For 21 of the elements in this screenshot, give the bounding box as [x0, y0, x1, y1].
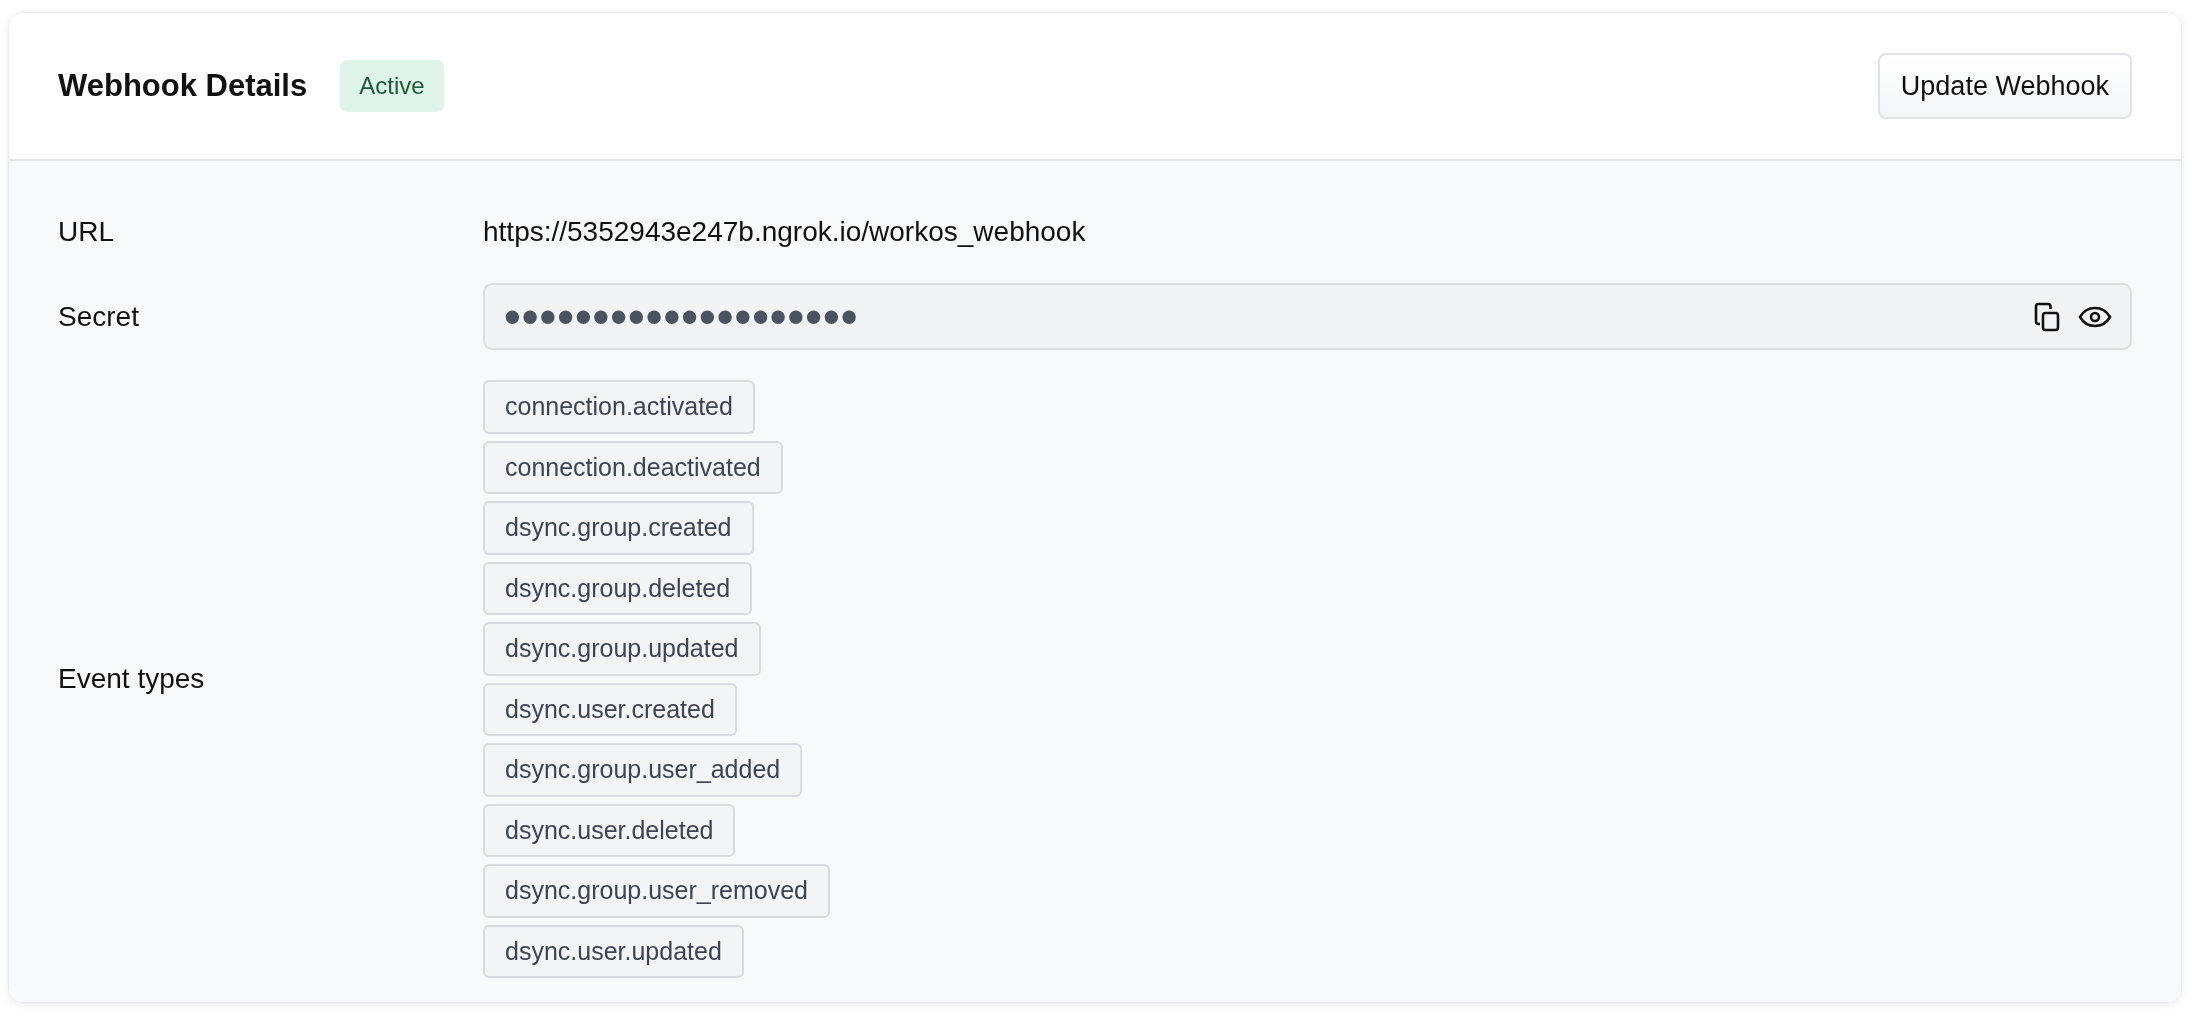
card-title: Webhook Details — [58, 67, 308, 105]
eye-icon[interactable] — [2078, 305, 2112, 328]
field-label: Secret — [58, 299, 140, 334]
copy-icon[interactable] — [2034, 301, 2060, 332]
event-type-tag: dsync.group.user_removed — [483, 864, 830, 918]
field-label: URL — [58, 215, 115, 249]
event-type-tag: dsync.group.updated — [483, 622, 761, 676]
field-label: Event types — [58, 662, 206, 696]
event-type-tag: dsync.user.updated — [483, 924, 744, 978]
url-text: https://5352943e247b.ngrok.io/workos_webhook — [483, 215, 1086, 249]
event-type-tag: dsync.group.created — [483, 501, 754, 555]
secret-field[interactable]: ●●●●●●●●●●●●●●●●●●●● — [483, 283, 2132, 350]
status-badge: Active — [340, 60, 444, 112]
event-type-tag: connection.deactivated — [483, 440, 783, 494]
update-webhook-button[interactable]: Update Webhook — [1877, 52, 2132, 120]
event-type-tag: dsync.group.user_added — [483, 743, 803, 797]
event-type-tag: dsync.user.deleted — [483, 803, 736, 857]
event-type-tag: dsync.group.deleted — [483, 561, 753, 615]
event-type-tag: connection.activated — [483, 380, 755, 434]
event-type-tag: dsync.user.created — [483, 682, 737, 736]
masked-secret-text: ●●●●●●●●●●●●●●●●●●●● — [503, 297, 859, 336]
